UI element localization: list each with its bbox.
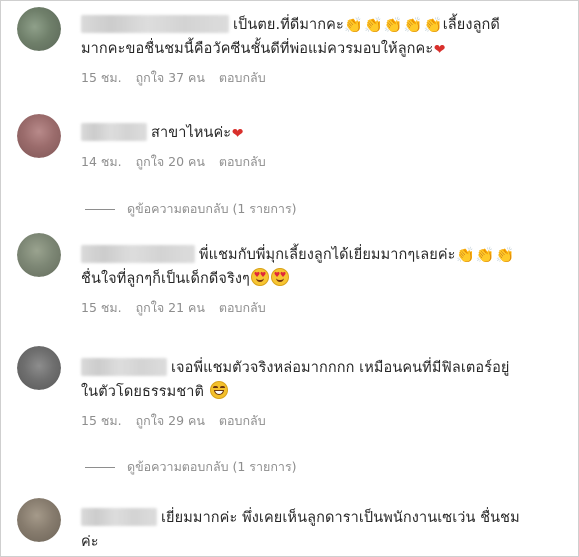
comment-meta: 15 ชม. ถูกใจ 37 คน ตอบกลับ bbox=[81, 69, 570, 87]
avatar[interactable] bbox=[17, 498, 61, 542]
reply-button[interactable]: ตอบกลับ bbox=[219, 412, 266, 430]
reply-button[interactable]: ตอบกลับ bbox=[219, 299, 266, 317]
comment-meta: 14 ชม. ถูกใจ 20 คน ตอบกลับ bbox=[81, 153, 570, 171]
username-redacted[interactable] bbox=[81, 245, 195, 263]
clapping-hands-icon: 👏 bbox=[475, 246, 495, 264]
clapping-hands-icon: 👏 bbox=[423, 16, 443, 34]
comment-text: เป็นตย.ที่ดีมากคะ👏👏👏👏👏เลี้ยงลูกดี มากคะข… bbox=[81, 15, 500, 58]
clapping-hands-icon: 👏 bbox=[456, 246, 475, 264]
like-count[interactable]: ถูกใจ 21 คน bbox=[136, 299, 205, 317]
heart-icon: ❤ bbox=[231, 126, 244, 142]
divider bbox=[85, 467, 115, 468]
clapping-hands-icon: 👏 bbox=[344, 16, 364, 34]
reply-button[interactable]: ตอบกลับ bbox=[219, 69, 266, 87]
clapping-hands-icon: 👏 bbox=[383, 16, 403, 34]
username-redacted[interactable] bbox=[81, 123, 147, 141]
username-redacted[interactable] bbox=[81, 508, 157, 526]
comment-text: พี่แชมกับพี่มุกเลี้ยงลูกได้เยี่ยมมากๆเลย… bbox=[81, 245, 515, 287]
divider bbox=[85, 209, 115, 210]
reply-button[interactable]: ตอบกลับ bbox=[219, 153, 266, 171]
clapping-hands-icon: 👏 bbox=[495, 246, 515, 264]
comment-meta: 15 ชม. ถูกใจ 21 คน ตอบกลับ bbox=[81, 299, 570, 317]
comment-time[interactable]: 15 ชม. bbox=[81, 69, 122, 87]
avatar[interactable] bbox=[17, 233, 61, 277]
avatar[interactable] bbox=[17, 114, 61, 158]
comment-meta: 15 ชม. ถูกใจ 29 คน ตอบกลับ bbox=[81, 412, 570, 430]
comment-time[interactable]: 14 ชม. bbox=[81, 153, 122, 171]
like-count[interactable]: ถูกใจ 29 คน bbox=[136, 412, 205, 430]
comment-time[interactable]: 15 ชม. bbox=[81, 412, 122, 430]
heart-eyes-icon: ♥ ♥ bbox=[270, 268, 289, 286]
view-replies-button[interactable]: ดูข้อความตอบกลับ (1 รายการ) bbox=[81, 458, 297, 476]
avatar[interactable] bbox=[17, 346, 61, 390]
like-count[interactable]: ถูกใจ 20 คน bbox=[136, 153, 205, 171]
heart-eyes-icon: ♥ ♥ bbox=[250, 268, 269, 286]
heart-icon: ❤ bbox=[433, 42, 446, 58]
view-replies-button[interactable]: ดูข้อความตอบกลับ (1 รายการ) bbox=[81, 200, 297, 218]
username-redacted[interactable] bbox=[81, 15, 229, 33]
avatar[interactable] bbox=[17, 7, 61, 51]
comment-text: เยี่ยมมากค่ะ พึ่งเคยเห็นลูกดาราเป็นพนักง… bbox=[81, 508, 520, 550]
comment-text: สาขาไหนค่ะ❤ bbox=[81, 121, 570, 145]
clapping-hands-icon: 👏 bbox=[403, 16, 423, 34]
comment-text: เจอพี่แชมตัวจริงหล่อมากกกก เหมือนคนที่มี… bbox=[81, 358, 510, 400]
grinning-sweat-icon bbox=[209, 381, 228, 399]
username-redacted[interactable] bbox=[81, 358, 167, 376]
clapping-hands-icon: 👏 bbox=[364, 16, 383, 34]
comment-time[interactable]: 15 ชม. bbox=[81, 299, 122, 317]
like-count[interactable]: ถูกใจ 37 คน bbox=[136, 69, 205, 87]
